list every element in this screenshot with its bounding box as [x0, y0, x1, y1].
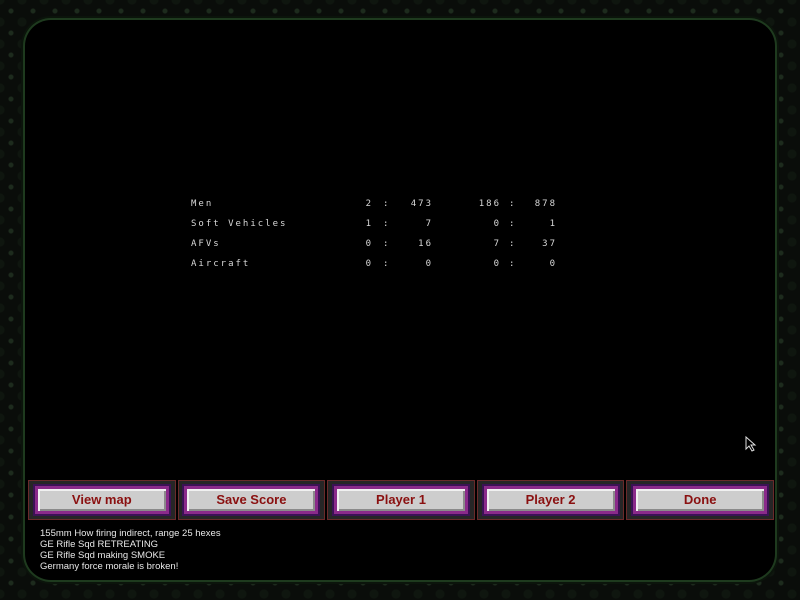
row-label: Aircraft — [191, 259, 251, 269]
save-score-button[interactable]: Save Score — [182, 484, 321, 516]
player2-value-b: 878 — [534, 199, 557, 209]
player1-value-b: 0 — [425, 259, 433, 269]
player2-value-b: 1 — [549, 219, 557, 229]
separator: : — [383, 239, 391, 249]
log-message: 155mm How firing indirect, range 25 hexe… — [40, 528, 221, 539]
player1-value-a: 0 — [365, 239, 373, 249]
mouse-pointer-icon — [745, 436, 757, 452]
done-button[interactable]: Done — [631, 484, 770, 516]
player2-value-a: 7 — [493, 239, 501, 249]
button-bar: View map Save Score Player 1 Player 2 Do… — [28, 480, 774, 522]
player1-value-a: 0 — [365, 259, 373, 269]
player2-value-b: 37 — [542, 239, 557, 249]
player2-value-b: 0 — [549, 259, 557, 269]
table-row: AFVs 0 : 16 7 : 37 — [191, 236, 571, 256]
player2-value-a: 0 — [493, 259, 501, 269]
player1-value-b: 16 — [418, 239, 433, 249]
log-message: Germany force morale is broken! — [40, 561, 179, 572]
table-row: Soft Vehicles 1 : 7 0 : 1 — [191, 216, 571, 236]
log-message: GE Rifle Sqd making SMOKE — [40, 550, 166, 561]
button-slot: View map — [28, 480, 176, 520]
table-row: Men 2 : 473 186 : 878 — [191, 196, 571, 216]
player2-value-a: 186 — [478, 199, 501, 209]
player2-button[interactable]: Player 2 — [481, 484, 620, 516]
player1-value-a: 1 — [365, 219, 373, 229]
game-screen: Men 2 : 473 186 : 878 Soft Vehicles 1 : … — [0, 0, 800, 600]
row-label: Men — [191, 199, 214, 209]
table-row: Aircraft 0 : 0 0 : 0 — [191, 256, 571, 276]
row-label: AFVs — [191, 239, 221, 249]
separator: : — [509, 239, 517, 249]
separator: : — [509, 219, 517, 229]
separator: : — [383, 259, 391, 269]
casualty-table: Men 2 : 473 186 : 878 Soft Vehicles 1 : … — [191, 196, 571, 276]
row-label: Soft Vehicles — [191, 219, 288, 229]
player1-value-b: 7 — [425, 219, 433, 229]
message-log: 155mm How firing indirect, range 25 hexe… — [40, 528, 221, 572]
player1-button[interactable]: Player 1 — [331, 484, 470, 516]
separator: : — [383, 219, 391, 229]
button-slot: Done — [626, 480, 774, 520]
player1-value-a: 2 — [365, 199, 373, 209]
player2-value-a: 0 — [493, 219, 501, 229]
player1-value-b: 473 — [410, 199, 433, 209]
separator: : — [509, 199, 517, 209]
view-map-button[interactable]: View map — [32, 484, 171, 516]
button-slot: Player 2 — [476, 480, 625, 520]
button-slot: Player 1 — [327, 480, 475, 520]
separator: : — [383, 199, 391, 209]
button-slot: Save Score — [177, 480, 326, 520]
log-message: GE Rifle Sqd RETREATING — [40, 539, 159, 550]
separator: : — [509, 259, 517, 269]
